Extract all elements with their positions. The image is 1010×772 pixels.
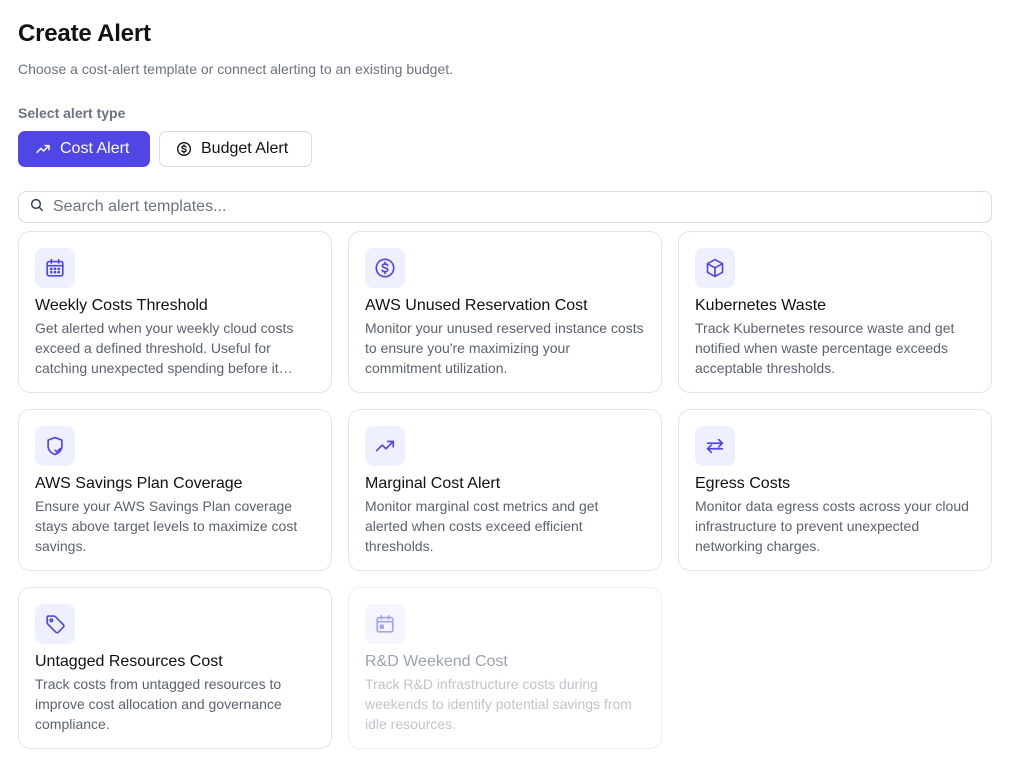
template-description: Track Kubernetes resource waste and get … bbox=[695, 320, 955, 376]
template-card-egress-costs[interactable]: Egress Costs Monitor data egress costs a… bbox=[678, 409, 992, 571]
template-title: Egress Costs bbox=[695, 475, 791, 492]
create-alert-page: Create Alert Choose a cost-alert templat… bbox=[0, 0, 1010, 772]
search-icon bbox=[29, 197, 45, 218]
template-card-rd-weekend-cost: R&D Weekend Cost Track R&D infrastructur… bbox=[348, 587, 662, 749]
budget-alert-label: Budget Alert bbox=[201, 140, 289, 157]
cost-alert-button[interactable]: Cost Alert bbox=[18, 131, 150, 167]
template-description: Get alerted when your weekly cloud costs… bbox=[35, 320, 294, 376]
template-description: Monitor your unused reserved instance co… bbox=[365, 320, 644, 376]
template-title: Untagged Resources Cost bbox=[35, 653, 223, 670]
template-card-aws-savings-plan-coverage[interactable]: AWS Savings Plan Coverage Ensure your AW… bbox=[18, 409, 332, 571]
budget-alert-button[interactable]: Budget Alert bbox=[159, 131, 312, 167]
search-box[interactable] bbox=[18, 191, 992, 223]
page-subtitle: Choose a cost-alert template or connect … bbox=[18, 61, 454, 77]
template-description: Monitor marginal cost metrics and get al… bbox=[365, 498, 599, 554]
page-title: Create Alert bbox=[18, 20, 151, 47]
trending-up-icon bbox=[365, 426, 405, 466]
cost-alert-label: Cost Alert bbox=[60, 140, 130, 157]
trending-up-icon bbox=[35, 141, 51, 157]
template-card-kubernetes-waste[interactable]: Kubernetes Waste Track Kubernetes resour… bbox=[678, 231, 992, 393]
template-title: Marginal Cost Alert bbox=[365, 475, 501, 492]
shield-check-icon bbox=[35, 426, 75, 466]
template-card-untagged-resources-cost[interactable]: Untagged Resources Cost Track costs from… bbox=[18, 587, 332, 749]
template-title: AWS Savings Plan Coverage bbox=[35, 475, 243, 492]
calendar-icon bbox=[35, 248, 75, 288]
template-description: Monitor data egress costs across your cl… bbox=[695, 498, 969, 554]
template-title: AWS Unused Reservation Cost bbox=[365, 297, 588, 314]
dollar-circle-icon bbox=[176, 141, 192, 157]
template-description: Track R&D infrastructure costs during we… bbox=[365, 676, 632, 732]
template-title: Weekly Costs Threshold bbox=[35, 297, 208, 314]
calendar-dot-icon bbox=[365, 604, 405, 644]
tag-icon bbox=[35, 604, 75, 644]
search-input[interactable] bbox=[53, 198, 953, 216]
template-title: Kubernetes Waste bbox=[695, 297, 827, 314]
cube-icon bbox=[695, 248, 735, 288]
template-title: R&D Weekend Cost bbox=[365, 653, 508, 670]
template-description: Track costs from untagged resources to i… bbox=[35, 676, 282, 732]
alert-type-label: Select alert type bbox=[18, 105, 126, 121]
arrows-exchange-icon bbox=[695, 426, 735, 466]
dollar-circle-icon bbox=[365, 248, 405, 288]
template-card-weekly-costs-threshold[interactable]: Weekly Costs Threshold Get alerted when … bbox=[18, 231, 332, 393]
template-card-marginal-cost-alert[interactable]: Marginal Cost Alert Monitor marginal cos… bbox=[348, 409, 662, 571]
template-card-aws-unused-reservation-cost[interactable]: AWS Unused Reservation Cost Monitor your… bbox=[348, 231, 662, 393]
template-description: Ensure your AWS Savings Plan coverage st… bbox=[35, 498, 298, 554]
